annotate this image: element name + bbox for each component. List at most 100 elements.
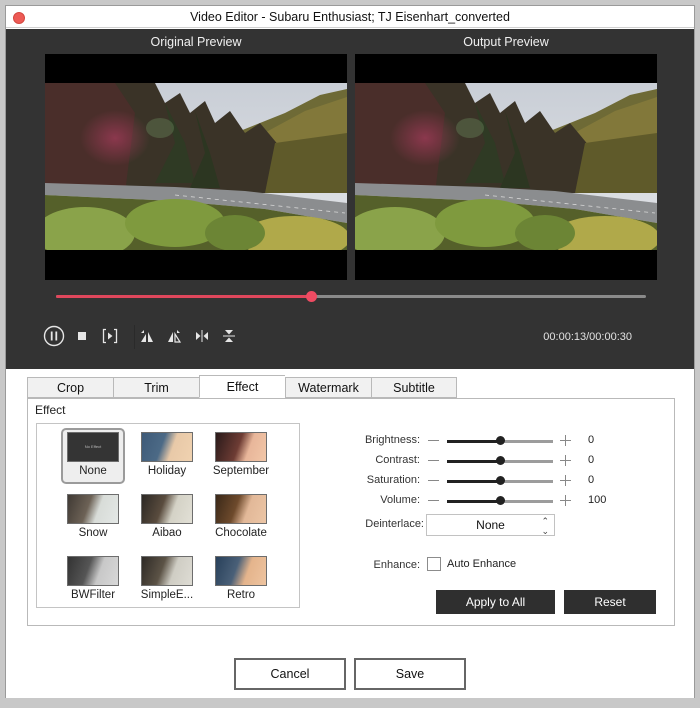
volume-value: 100 bbox=[588, 494, 607, 506]
flip-vertical-icon bbox=[223, 330, 235, 342]
effect-label: September bbox=[212, 465, 270, 477]
auto-enhance-label[interactable]: Auto Enhance bbox=[447, 558, 516, 570]
flip-vertical-button[interactable] bbox=[221, 326, 237, 346]
effect-label: Aibao bbox=[152, 527, 182, 539]
video-editor-window: Video Editor - Subaru Enthusiast; TJ Eis… bbox=[5, 5, 695, 708]
auto-enhance-checkbox[interactable] bbox=[427, 557, 441, 571]
video-frame bbox=[45, 83, 347, 250]
timecode: 00:00:13/00:00:30 bbox=[543, 331, 632, 343]
effect-thumbnail bbox=[215, 432, 267, 462]
effect-label: Chocolate bbox=[215, 527, 267, 539]
effect-thumbnail bbox=[67, 494, 119, 524]
play-trimmed-button[interactable] bbox=[101, 326, 119, 346]
effect-label: Holiday bbox=[147, 465, 187, 477]
effect-thumbnail bbox=[67, 556, 119, 586]
effect-holiday[interactable]: Holiday bbox=[135, 428, 199, 484]
contrast-value: 0 bbox=[588, 454, 595, 466]
effect-aibao[interactable]: Aibao bbox=[135, 490, 199, 546]
rotate-left-icon bbox=[141, 330, 153, 342]
effect-simpleelegant[interactable]: SimpleE... bbox=[135, 552, 199, 608]
tab-effect[interactable]: Effect bbox=[199, 375, 285, 398]
select-arrows-icon: ⌃ ⌄ bbox=[541, 516, 549, 536]
volume-increase-button[interactable] bbox=[560, 495, 571, 506]
slider-handle[interactable] bbox=[496, 456, 505, 465]
editor-tabs: Crop Trim Effect Watermark Subtitle bbox=[27, 375, 457, 398]
rotate-right-button[interactable] bbox=[166, 326, 182, 346]
effect-label: BWFilter bbox=[70, 589, 116, 601]
no-effect-thumbnail-text: No Effect bbox=[68, 433, 118, 461]
stop-button[interactable] bbox=[76, 326, 88, 346]
effect-thumbnail bbox=[215, 494, 267, 524]
bracket-play-icon bbox=[102, 328, 118, 344]
title-bar: Video Editor - Subaru Enthusiast; TJ Eis… bbox=[6, 6, 694, 28]
effect-retro[interactable]: Retro bbox=[209, 552, 273, 608]
slider-handle[interactable] bbox=[496, 496, 505, 505]
slider-handle[interactable] bbox=[496, 476, 505, 485]
video-frame bbox=[355, 83, 657, 250]
pause-button[interactable] bbox=[43, 325, 65, 347]
tab-trim[interactable]: Trim bbox=[113, 377, 199, 398]
original-preview-video bbox=[45, 54, 347, 280]
save-button[interactable]: Save bbox=[354, 658, 466, 690]
effect-chocolate[interactable]: Chocolate bbox=[209, 490, 273, 546]
effect-thumbnail: No Effect bbox=[67, 432, 119, 462]
seek-bar[interactable] bbox=[56, 291, 646, 303]
brightness-slider[interactable] bbox=[447, 436, 553, 446]
output-preview-label: Output Preview bbox=[463, 35, 549, 49]
controls-divider bbox=[134, 325, 135, 349]
effect-thumbnail bbox=[215, 556, 267, 586]
effect-label: SimpleE... bbox=[140, 589, 194, 601]
brightness-increase-button[interactable] bbox=[560, 435, 571, 446]
brightness-label: Brightness: bbox=[364, 434, 420, 446]
flip-horizontal-button[interactable] bbox=[194, 326, 210, 346]
flip-horizontal-icon bbox=[196, 330, 208, 342]
contrast-decrease-button[interactable] bbox=[428, 460, 439, 461]
tab-subtitle[interactable]: Subtitle bbox=[371, 377, 457, 398]
preview-area: Original Preview Output Preview 00:00:13… bbox=[6, 29, 694, 369]
enhance-label: Enhance: bbox=[373, 559, 420, 571]
apply-to-all-button[interactable]: Apply to All bbox=[436, 590, 555, 614]
deinterlace-value: None bbox=[476, 518, 505, 532]
seek-progress bbox=[56, 295, 312, 298]
output-preview-video bbox=[355, 54, 657, 280]
effect-september[interactable]: September bbox=[209, 428, 273, 484]
brightness-decrease-button[interactable] bbox=[428, 440, 439, 441]
slider-fill bbox=[447, 460, 500, 463]
effect-label: Retro bbox=[226, 589, 256, 601]
effect-label: Snow bbox=[78, 527, 108, 539]
rotate-right-icon bbox=[168, 330, 182, 343]
contrast-slider[interactable] bbox=[447, 456, 553, 466]
original-preview-label: Original Preview bbox=[150, 35, 242, 49]
saturation-slider[interactable] bbox=[447, 476, 553, 486]
saturation-increase-button[interactable] bbox=[560, 475, 571, 486]
saturation-decrease-button[interactable] bbox=[428, 480, 439, 481]
deinterlace-label: Deinterlace: bbox=[365, 518, 424, 530]
deinterlace-select[interactable]: None ⌃ ⌄ bbox=[426, 514, 555, 536]
tab-watermark[interactable]: Watermark bbox=[285, 377, 371, 398]
reset-button[interactable]: Reset bbox=[564, 590, 656, 614]
brightness-value: 0 bbox=[588, 434, 595, 446]
rotate-left-button[interactable] bbox=[139, 326, 155, 346]
effect-none[interactable]: No Effect None bbox=[61, 428, 125, 484]
volume-label: Volume: bbox=[380, 494, 420, 506]
slider-fill bbox=[447, 480, 500, 483]
pause-icon bbox=[43, 325, 65, 347]
cancel-button[interactable]: Cancel bbox=[234, 658, 346, 690]
stop-icon bbox=[78, 332, 86, 340]
contrast-increase-button[interactable] bbox=[560, 455, 571, 466]
contrast-label: Contrast: bbox=[375, 454, 420, 466]
slider-fill bbox=[447, 500, 500, 503]
window-title: Video Editor - Subaru Enthusiast; TJ Eis… bbox=[190, 10, 510, 24]
effect-panel: Effect No Effect None Holiday September Snow… bbox=[27, 398, 675, 626]
effect-thumbnail bbox=[141, 556, 193, 586]
slider-handle[interactable] bbox=[496, 436, 505, 445]
seek-handle[interactable] bbox=[306, 291, 318, 302]
window-bottom-edge bbox=[0, 698, 700, 708]
effect-snow[interactable]: Snow bbox=[61, 490, 125, 546]
volume-slider[interactable] bbox=[447, 496, 553, 506]
saturation-value: 0 bbox=[588, 474, 595, 486]
slider-fill bbox=[447, 440, 500, 443]
volume-decrease-button[interactable] bbox=[428, 500, 439, 501]
effect-bwfilter[interactable]: BWFilter bbox=[61, 552, 125, 608]
tab-crop[interactable]: Crop bbox=[27, 377, 113, 398]
